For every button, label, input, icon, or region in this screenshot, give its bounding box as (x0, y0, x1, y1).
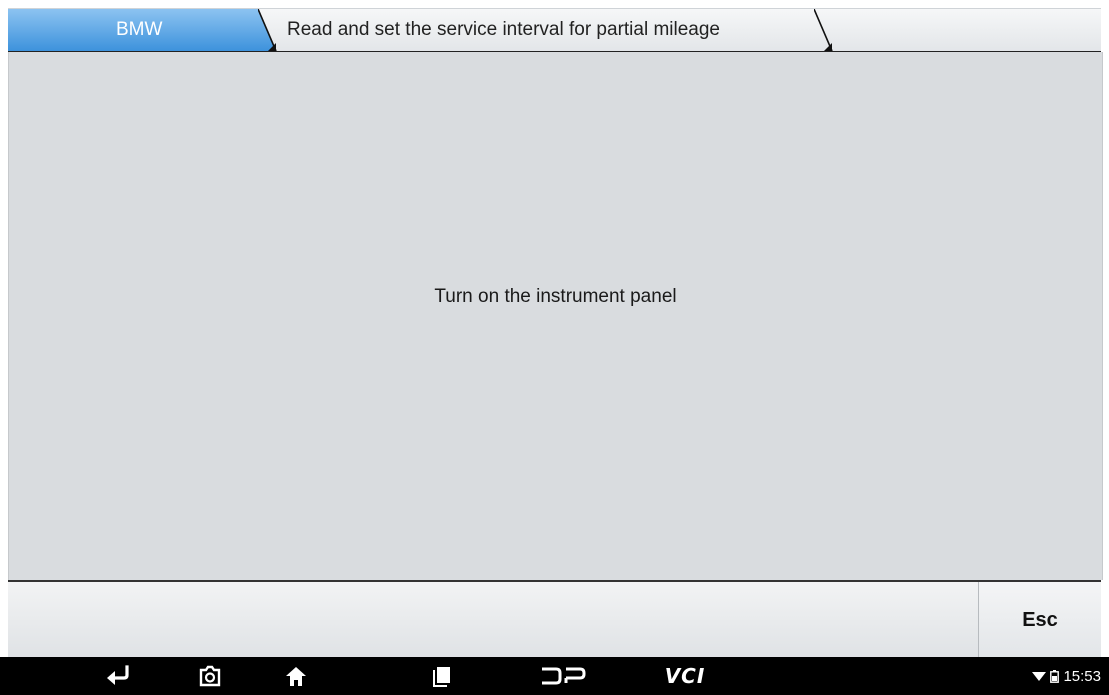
home-icon[interactable] (278, 657, 314, 695)
screenshot-icon[interactable] (192, 657, 228, 695)
battery-icon (1050, 669, 1060, 683)
breadcrumb-item-label: Read and set the service interval for pa… (287, 19, 721, 40)
clock-time: 15:53 (1063, 667, 1101, 685)
system-navbar: VCI 15:53 (0, 657, 1109, 695)
message-panel: Turn on the instrument panel (8, 52, 1103, 580)
vci-icon[interactable]: VCI (660, 657, 710, 695)
breadcrumb-separator (814, 9, 836, 51)
esc-button-label: Esc (1022, 609, 1058, 631)
back-icon[interactable] (100, 657, 136, 695)
breadcrumb-separator (258, 9, 280, 51)
action-bar: Esc (8, 580, 1101, 659)
status-area: 15:53 (1032, 657, 1101, 695)
esc-button[interactable]: Esc (978, 582, 1101, 659)
dp-icon[interactable] (536, 657, 592, 695)
wifi-icon (1032, 670, 1047, 682)
instruction-message: Turn on the instrument panel (434, 286, 677, 307)
app-window: BMW Read and set the service interval fo… (0, 0, 1109, 695)
breadcrumb: BMW Read and set the service interval fo… (8, 8, 1101, 52)
vci-label: VCI (664, 664, 706, 688)
recent-apps-icon[interactable] (424, 657, 460, 695)
breadcrumb-item-label: BMW (116, 19, 163, 40)
breadcrumb-item-function[interactable]: Read and set the service interval for pa… (287, 9, 720, 51)
breadcrumb-item-bmw[interactable]: BMW (8, 9, 276, 51)
